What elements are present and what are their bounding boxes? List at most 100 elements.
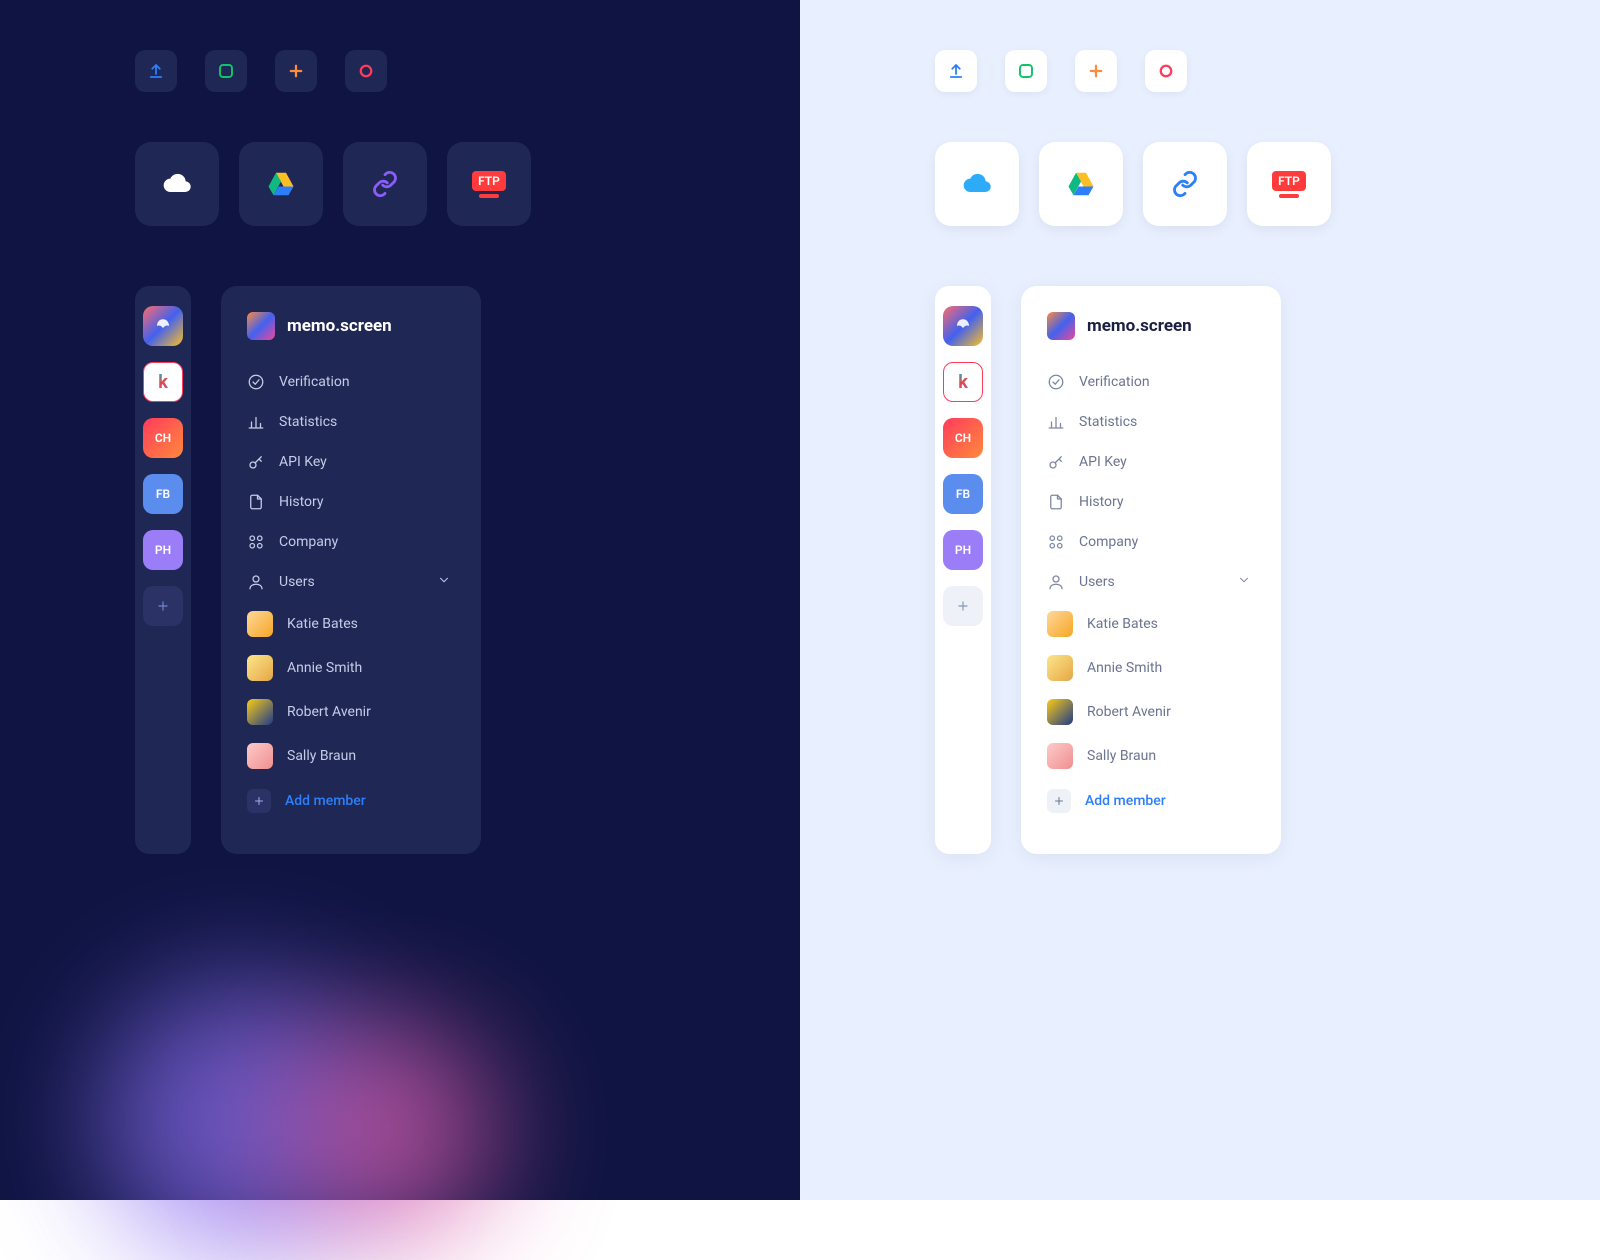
drive-icon (1066, 169, 1096, 199)
app-logo-icon (247, 312, 275, 340)
nav-statistics[interactable]: Statistics (1021, 402, 1281, 442)
nav-users[interactable]: Users (221, 562, 481, 602)
user-katie-bates[interactable]: Katie Bates (1021, 602, 1281, 646)
storage-row: FTP (50, 142, 750, 226)
link-storage-button[interactable] (1143, 142, 1227, 226)
upload-button[interactable] (935, 50, 977, 92)
workspace-fb[interactable]: FB (943, 474, 983, 514)
user-annie-smith[interactable]: Annie Smith (221, 646, 481, 690)
swirl-icon (954, 317, 972, 335)
workspace-ch[interactable]: CH (943, 418, 983, 458)
nav-label: Users (1079, 574, 1115, 590)
ftp-storage-button[interactable]: FTP (1247, 142, 1331, 226)
plus-button[interactable] (275, 50, 317, 92)
add-member-button[interactable]: Add member (1021, 778, 1281, 824)
drive-storage-button[interactable] (1039, 142, 1123, 226)
user-sally-braun[interactable]: Sally Braun (221, 734, 481, 778)
workspace-label: FB (956, 487, 970, 501)
add-member-button[interactable]: Add member (221, 778, 481, 824)
k-logo-icon: k (958, 372, 968, 393)
file-icon (247, 493, 265, 511)
cloud-icon (161, 168, 193, 200)
ftp-label: FTP (478, 174, 500, 188)
cloud-icon (961, 168, 993, 200)
workspace-label: CH (955, 431, 971, 445)
nav-api-key[interactable]: API Key (221, 442, 481, 482)
add-workspace-button[interactable] (143, 586, 183, 626)
nav-api-key[interactable]: API Key (1021, 442, 1281, 482)
user-name: Katie Bates (1087, 616, 1158, 632)
bar-chart-icon (247, 413, 265, 431)
workspace-k[interactable]: k (943, 362, 983, 402)
ftp-label: FTP (1278, 174, 1300, 188)
ftp-icon: FTP (472, 171, 506, 198)
user-katie-bates[interactable]: Katie Bates (221, 602, 481, 646)
avatar-icon (1047, 655, 1073, 681)
workspace-label: CH (155, 431, 171, 445)
workspace-fb[interactable]: FB (143, 474, 183, 514)
plus-icon (156, 599, 170, 613)
workspace-ch[interactable]: CH (143, 418, 183, 458)
action-icon-row (850, 50, 1550, 92)
workspace-logo[interactable] (943, 306, 983, 346)
plus-icon (956, 599, 970, 613)
nav-users[interactable]: Users (1021, 562, 1281, 602)
swirl-icon (154, 317, 172, 335)
key-icon (247, 453, 265, 471)
nav-label: Company (1079, 534, 1138, 550)
user-annie-smith[interactable]: Annie Smith (1021, 646, 1281, 690)
avatar-icon (247, 699, 273, 725)
avatar-icon (247, 655, 273, 681)
nav-statistics[interactable]: Statistics (221, 402, 481, 442)
nav-company[interactable]: Company (221, 522, 481, 562)
square-button[interactable] (1005, 50, 1047, 92)
plus-button[interactable] (1075, 50, 1117, 92)
file-icon (1047, 493, 1065, 511)
workspace-label: FB (156, 487, 170, 501)
nav-label: History (279, 494, 324, 510)
workspace-ph[interactable]: PH (143, 530, 183, 570)
workspace-rail: k CH FB PH (935, 286, 991, 854)
nav-label: Users (279, 574, 315, 590)
record-button[interactable] (345, 50, 387, 92)
plus-box-icon (1047, 789, 1071, 813)
drive-storage-button[interactable] (239, 142, 323, 226)
nav-history[interactable]: History (1021, 482, 1281, 522)
nav-company[interactable]: Company (1021, 522, 1281, 562)
record-button[interactable] (1145, 50, 1187, 92)
circle-icon (1157, 62, 1175, 80)
avatar-icon (1047, 743, 1073, 769)
square-button[interactable] (205, 50, 247, 92)
workspace-logo[interactable] (143, 306, 183, 346)
user-robert-avenir[interactable]: Robert Avenir (221, 690, 481, 734)
workspace-k[interactable]: k (143, 362, 183, 402)
avatar-icon (1047, 611, 1073, 637)
bar-chart-icon (1047, 413, 1065, 431)
nav-history[interactable]: History (221, 482, 481, 522)
add-member-label: Add member (285, 793, 366, 809)
storage-row: FTP (850, 142, 1550, 226)
panel-header: memo.screen (1021, 312, 1281, 362)
cloud-storage-button[interactable] (935, 142, 1019, 226)
cloud-storage-button[interactable] (135, 142, 219, 226)
user-icon (247, 573, 265, 591)
upload-button[interactable] (135, 50, 177, 92)
user-robert-avenir[interactable]: Robert Avenir (1021, 690, 1281, 734)
user-name: Sally Braun (1087, 748, 1156, 764)
user-name: Katie Bates (287, 616, 358, 632)
add-workspace-button[interactable] (943, 586, 983, 626)
user-sally-braun[interactable]: Sally Braun (1021, 734, 1281, 778)
nav-verification[interactable]: Verification (221, 362, 481, 402)
workspace-ph[interactable]: PH (943, 530, 983, 570)
circle-icon (357, 62, 375, 80)
check-circle-icon (247, 373, 265, 391)
check-circle-icon (1047, 373, 1065, 391)
square-icon (1017, 62, 1035, 80)
ftp-storage-button[interactable]: FTP (447, 142, 531, 226)
link-storage-button[interactable] (343, 142, 427, 226)
dark-theme-panel: FTP k CH FB PH memo.screen Ver (0, 0, 800, 1200)
plus-icon (1087, 62, 1105, 80)
chevron-down-icon (437, 573, 451, 587)
user-name: Robert Avenir (287, 704, 371, 720)
nav-verification[interactable]: Verification (1021, 362, 1281, 402)
